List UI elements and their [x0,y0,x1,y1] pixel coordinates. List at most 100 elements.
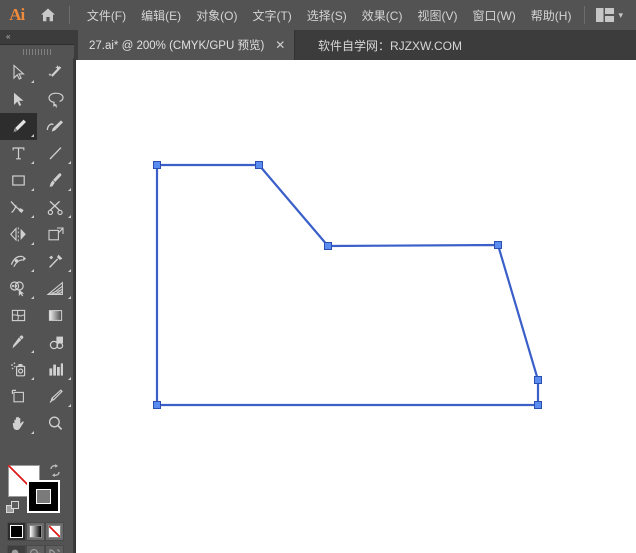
menu-bar: Ai 文件(F) 编辑(E) 对象(O) 文字(T) 选择(S) 效果(C) 视… [0,0,636,30]
bar-chart-icon [48,363,63,376]
menu-object[interactable]: 对象(O) [189,3,244,28]
menu-bar-right: ▾ [578,6,636,24]
solid-color-icon [10,525,23,538]
workspace-switcher-button[interactable]: ▾ [591,8,628,22]
app-logo: Ai [9,5,25,24]
swap-fill-stroke-icon[interactable] [47,463,63,479]
tool-flyout-corner [31,350,34,353]
pen-tool[interactable] [0,113,37,140]
lasso-icon [47,92,64,108]
draw-inside-button[interactable] [45,545,64,553]
color-mode-button[interactable] [7,522,26,541]
menu-file[interactable]: 文件(F) [80,3,133,28]
home-icon[interactable] [33,0,62,30]
gradient-tool[interactable] [37,302,74,329]
puppet-warp-tool[interactable] [37,248,74,275]
anchor-point[interactable] [324,242,332,250]
color-mode-row [7,522,64,541]
scissors-tool[interactable] [37,194,74,221]
tool-flyout-corner [31,377,34,380]
magic-wand-icon [48,65,62,77]
workspace-switcher-icon [596,8,615,22]
toolbar-collapse-button[interactable]: « [0,30,74,45]
tool-flyout-corner [31,242,34,245]
tool-flyout-corner [31,161,34,164]
draw-mode-row [7,545,64,553]
magic-wand-tool[interactable] [37,59,74,86]
eyedropper-tool[interactable] [0,329,37,356]
toolbar-drag-handle[interactable] [0,45,74,58]
slice-knife-icon [49,389,63,403]
tool-flyout-corner [68,215,71,218]
anchor-point[interactable] [494,241,502,249]
document-tab-title: 27.ai* @ 200% (CMYK/GPU 预览) [89,40,265,52]
rectangle-tool[interactable] [0,167,37,194]
anchor-point[interactable] [534,401,542,409]
document-tab[interactable]: 27.ai* @ 200% (CMYK/GPU 预览) ✕ [78,30,296,60]
symbol-sprayer-tool[interactable] [0,356,37,383]
selected-path[interactable] [155,163,540,407]
tool-flyout-corner [31,269,34,272]
column-graph-tool[interactable] [37,356,74,383]
stroke-inner [36,489,51,504]
menu-edit[interactable]: 编辑(E) [134,3,188,28]
direct-selection-icon [13,64,25,80]
anchor-point[interactable] [153,161,161,169]
mesh-tool[interactable] [0,302,37,329]
curvature-tool[interactable] [37,113,74,140]
direct-selection-tool[interactable] [0,59,37,86]
blend-icon [49,336,63,350]
menu-divider-right [584,6,586,24]
zoom-tool[interactable] [37,410,74,437]
draw-normal-icon [11,549,19,553]
close-icon[interactable]: ✕ [274,39,286,51]
double-chevron-left-icon: « [6,32,11,41]
canvas-area[interactable] [74,60,636,553]
shaper-tool[interactable] [0,194,37,221]
menu-view[interactable]: 视图(V) [410,3,464,28]
blend-tool[interactable] [37,329,74,356]
tool-flyout-corner [68,404,71,407]
rotate-tool[interactable] [0,221,37,248]
tool-flyout-corner [31,134,34,137]
width-tool[interactable] [0,248,37,275]
tool-flyout-corner [68,188,71,191]
artboard-canvas[interactable] [75,60,636,553]
anchor-point[interactable] [255,161,263,169]
chevron-down-icon: ▾ [618,9,623,20]
anchor-point[interactable] [534,376,542,384]
menu-select[interactable]: 选择(S) [300,3,354,28]
free-transform-tool[interactable] [37,221,74,248]
menu-help[interactable]: 帮助(H) [524,3,579,28]
selection-tool[interactable] [0,86,37,113]
perspective-grid-tool[interactable] [37,275,74,302]
paintbrush-icon [49,173,62,187]
none-mode-button[interactable] [45,522,64,541]
hand-tool[interactable] [0,410,37,437]
artboard-tool[interactable] [0,383,37,410]
draw-normal-button[interactable] [7,545,26,553]
scissors-icon [47,200,63,216]
shaper-icon [10,200,24,214]
selection-arrow-icon [14,92,24,106]
menu-effect[interactable]: 效果(C) [355,3,410,28]
lasso-tool[interactable] [37,86,74,113]
stroke-swatch[interactable] [27,480,60,513]
paintbrush-tool[interactable] [37,167,74,194]
shape-builder-tool[interactable] [0,275,37,302]
slice-tool[interactable] [37,383,74,410]
draw-inside-icon [49,549,60,553]
grip-dots-icon [23,48,51,55]
menu-type[interactable]: 文字(T) [245,3,298,28]
default-fill-stroke-icon[interactable] [6,501,20,515]
fill-stroke-block [0,463,74,525]
menu-window[interactable]: 窗口(W) [465,3,522,28]
type-tool[interactable] [0,140,37,167]
line-segment-tool[interactable] [37,140,74,167]
gradient-mode-button[interactable] [26,522,45,541]
draw-behind-button[interactable] [26,545,45,553]
anchor-point[interactable] [153,401,161,409]
reflect-icon [10,227,26,242]
tool-flyout-corner [68,377,71,380]
puppet-pin-icon [49,254,63,268]
